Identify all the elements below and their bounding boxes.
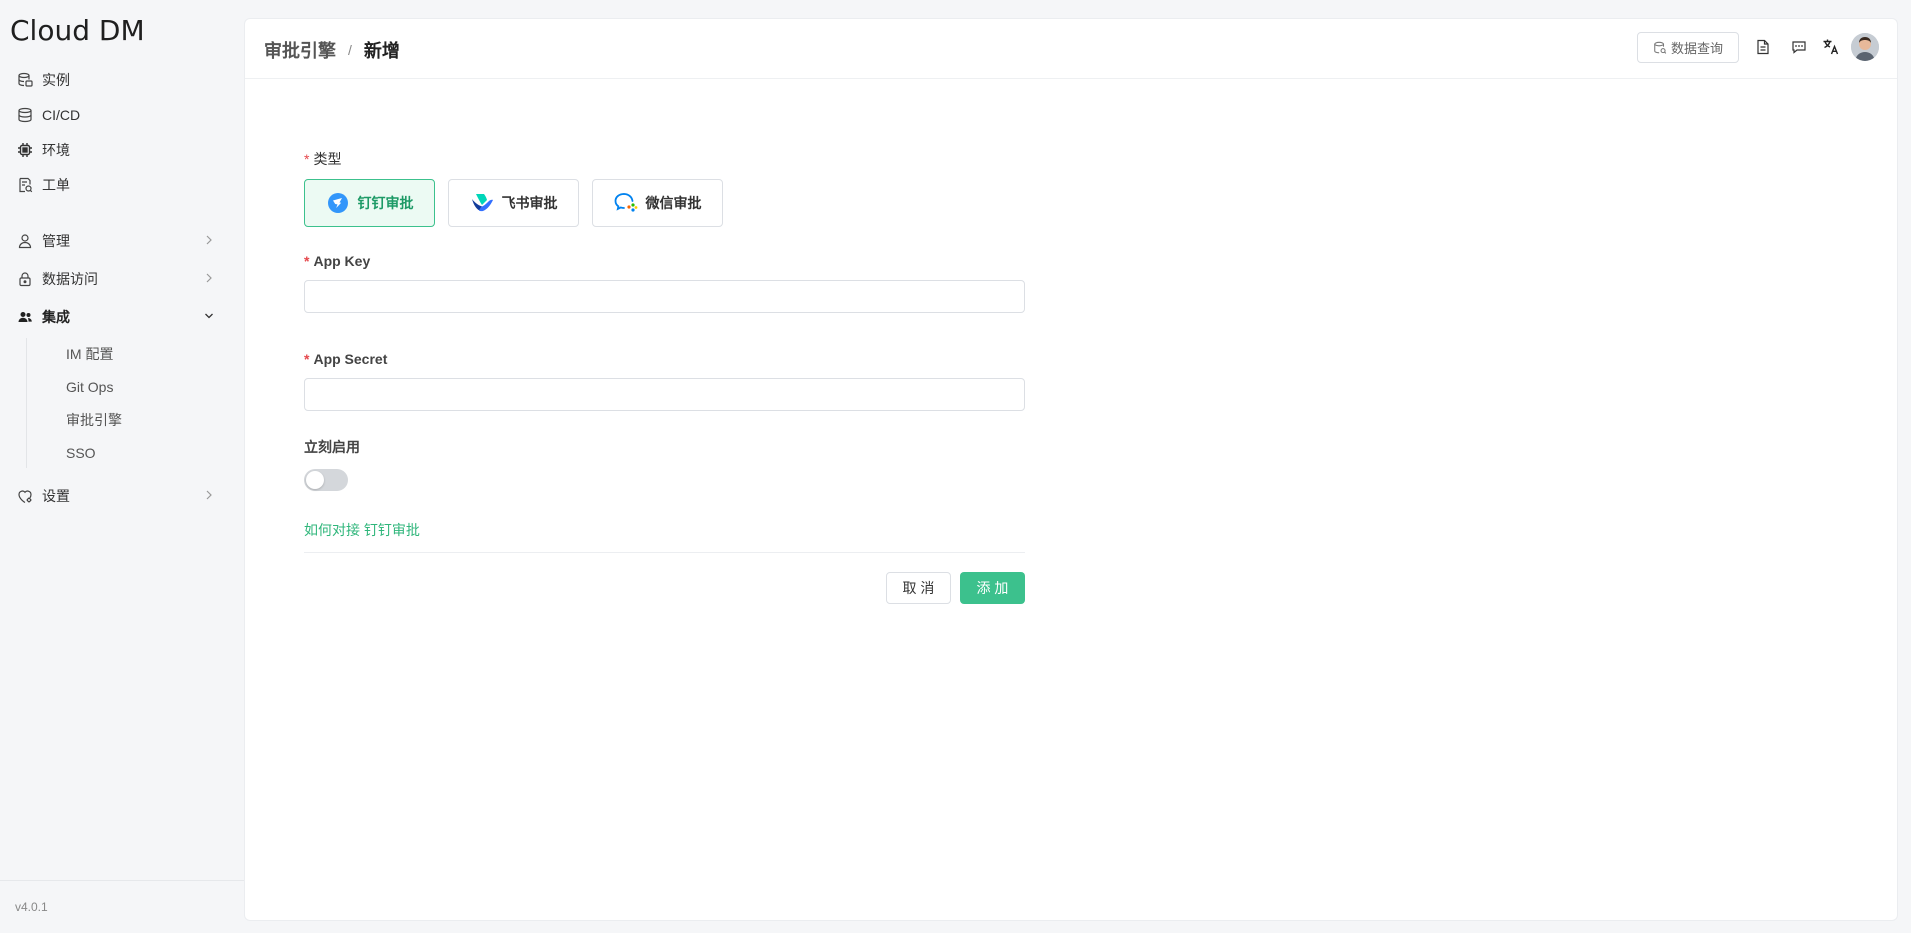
- message-icon[interactable]: [1790, 38, 1808, 56]
- database-stack-icon: [16, 71, 34, 89]
- required-mark: *: [304, 151, 310, 167]
- app-key-label: * App Key: [304, 253, 371, 269]
- page-title: 新增: [363, 41, 400, 61]
- ticket-icon: [16, 176, 34, 194]
- sidebar-item-instances[interactable]: 实例: [16, 65, 216, 95]
- type-option-wechat-work[interactable]: 微信审批: [592, 179, 723, 227]
- user-avatar[interactable]: [1851, 33, 1879, 61]
- sidebar-item-data-access[interactable]: 数据访问: [16, 264, 216, 294]
- breadcrumb-separator: /: [348, 42, 352, 58]
- chevron-right-icon: [204, 233, 216, 249]
- app-version: v4.0.1: [15, 900, 48, 914]
- sidebar-item-label: 管理: [42, 233, 70, 249]
- sidebar-item-settings[interactable]: 设置: [16, 481, 216, 511]
- type-option-label: 微信审批: [645, 195, 702, 211]
- sidebar-item-label: 工单: [42, 177, 70, 193]
- database-icon: [1653, 41, 1667, 55]
- page-header: 审批引擎 / 新增 数据查询: [245, 19, 1897, 79]
- submenu-guide-line: [26, 338, 27, 468]
- lock-icon: [16, 270, 34, 288]
- app-key-input[interactable]: [304, 280, 1025, 313]
- type-label: * 类型: [304, 151, 342, 167]
- add-button[interactable]: 添 加: [960, 572, 1025, 604]
- dingtalk-icon: [326, 191, 350, 215]
- settings-icon: [16, 487, 34, 505]
- sidebar-item-label: 环境: [42, 142, 70, 158]
- chevron-down-icon: [204, 309, 216, 325]
- submenu-item-approval-engine[interactable]: 审批引擎: [66, 407, 122, 433]
- document-icon[interactable]: [1754, 38, 1772, 56]
- sidebar-item-cicd[interactable]: CI/CD: [16, 100, 216, 130]
- data-query-label: 数据查询: [1670, 41, 1723, 56]
- help-link[interactable]: 如何对接 钉钉审批: [304, 520, 420, 540]
- sidebar-item-environment[interactable]: 环境: [16, 135, 216, 165]
- breadcrumb-parent[interactable]: 审批引擎: [264, 37, 336, 63]
- required-mark: *: [304, 351, 310, 367]
- sidebar-item-tickets[interactable]: 工单: [16, 170, 216, 200]
- wechat-work-icon: [614, 191, 638, 215]
- sidebar-item-label: 设置: [42, 488, 70, 504]
- sidebar-item-label: 集成: [42, 309, 70, 325]
- sidebar-item-label: 实例: [42, 72, 70, 88]
- translate-icon[interactable]: [1822, 38, 1840, 56]
- team-icon: [16, 308, 34, 326]
- main-panel: 审批引擎 / 新增 数据查询 * 类型 钉钉审批 飞书审批 微信审批 * App…: [244, 18, 1898, 921]
- app-logo[interactable]: Cloud DM: [10, 14, 145, 47]
- app-secret-input[interactable]: [304, 378, 1025, 411]
- chip-icon: [16, 141, 34, 159]
- submenu-item-im-config[interactable]: IM 配置: [66, 341, 113, 367]
- sidebar: Cloud DM 实例 CI/CD 环境 工单 管理 数据访问 集成 IM 配置…: [0, 0, 244, 933]
- database-icon: [16, 106, 34, 124]
- required-mark: *: [304, 253, 310, 269]
- type-option-label: 钉钉审批: [357, 195, 414, 211]
- sidebar-divider: [0, 880, 244, 881]
- app-secret-label: * App Secret: [304, 351, 388, 367]
- user-icon: [16, 232, 34, 250]
- breadcrumb: 审批引擎 / 新增: [264, 37, 400, 63]
- cancel-button[interactable]: 取 消: [886, 572, 951, 604]
- chevron-right-icon: [204, 271, 216, 287]
- submenu-item-gitops[interactable]: Git Ops: [66, 374, 113, 400]
- toggle-knob: [306, 471, 324, 489]
- form-divider: [304, 552, 1025, 553]
- enable-toggle[interactable]: [304, 469, 348, 491]
- sidebar-item-management[interactable]: 管理: [16, 226, 216, 256]
- submenu-item-sso[interactable]: SSO: [66, 440, 96, 466]
- sidebar-item-integration[interactable]: 集成: [16, 302, 216, 332]
- sidebar-item-label: CI/CD: [42, 107, 81, 123]
- type-option-label: 飞书审批: [501, 195, 558, 211]
- type-option-dingtalk[interactable]: 钉钉审批: [304, 179, 435, 227]
- sidebar-item-label: 数据访问: [42, 271, 98, 287]
- chevron-right-icon: [204, 488, 216, 504]
- type-option-feishu[interactable]: 飞书审批: [448, 179, 579, 227]
- data-query-button[interactable]: 数据查询: [1637, 32, 1739, 63]
- enable-label: 立刻启用: [304, 439, 360, 455]
- feishu-icon: [470, 191, 494, 215]
